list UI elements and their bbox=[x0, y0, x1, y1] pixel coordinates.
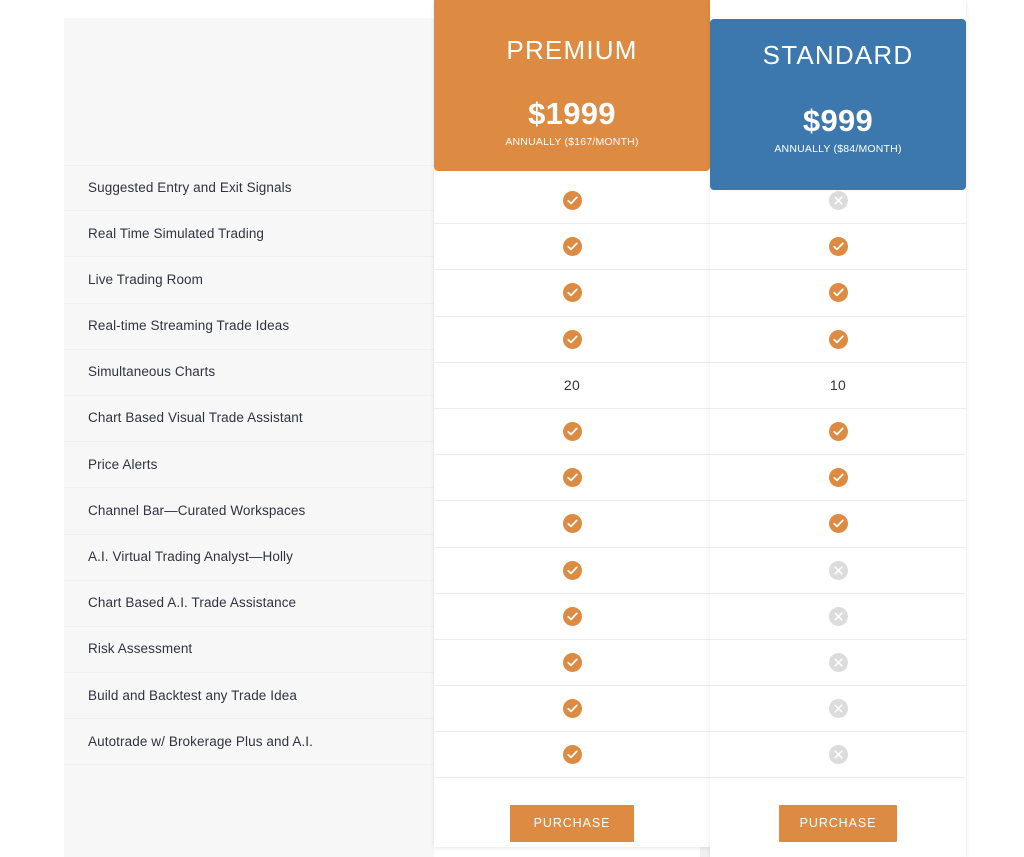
plan-feature-cell bbox=[710, 640, 966, 687]
plan-feature-cell bbox=[710, 317, 966, 363]
check-circle-icon bbox=[562, 699, 582, 719]
plan-feature-cell bbox=[434, 548, 710, 594]
plan-column-standard: STANDARD $999 ANNUALLY ($84/MONTH) 10 PU… bbox=[710, 0, 966, 857]
plan-cta-wrap-standard: PURCHASE bbox=[710, 778, 966, 857]
plan-feature-cell bbox=[434, 224, 710, 271]
plan-header-standard: STANDARD $999 ANNUALLY ($84/MONTH) bbox=[710, 19, 966, 190]
feature-list-header-spacer bbox=[64, 18, 434, 165]
feature-row: Live Trading Room bbox=[64, 257, 434, 304]
check-circle-icon bbox=[562, 745, 582, 765]
cross-circle-icon bbox=[828, 699, 848, 719]
plan-feature-cell: 20 bbox=[434, 363, 710, 409]
feature-label: Risk Assessment bbox=[88, 641, 193, 657]
plan-feature-cell bbox=[710, 686, 966, 733]
check-circle-icon bbox=[828, 329, 848, 349]
feature-label: Chart Based Visual Trade Assistant bbox=[88, 410, 303, 426]
check-circle-icon bbox=[562, 560, 582, 580]
purchase-button-premium[interactable]: PURCHASE bbox=[510, 804, 634, 842]
check-circle-icon bbox=[828, 468, 848, 488]
pricing-comparison-table: Suggested Entry and Exit Signals Real Tim… bbox=[0, 0, 1024, 857]
plan-billing-period: ANNUALLY ($167/MONTH) bbox=[505, 135, 639, 148]
plan-feature-cell bbox=[710, 594, 966, 640]
plan-name: STANDARD bbox=[762, 40, 914, 70]
plan-cells-standard: 10 bbox=[710, 178, 966, 779]
plan-billing-period: ANNUALLY ($84/MONTH) bbox=[774, 142, 902, 155]
feature-label: Channel Bar—Curated Workspaces bbox=[88, 502, 306, 518]
feature-label: Simultaneous Charts bbox=[88, 364, 216, 380]
plan-feature-cell bbox=[710, 732, 966, 779]
plan-feature-cell bbox=[710, 178, 966, 225]
plan-feature-cell bbox=[710, 455, 966, 502]
feature-label: Chart Based A.I. Trade Assistance bbox=[88, 595, 297, 611]
plan-feature-cell bbox=[434, 594, 710, 640]
feature-row: Chart Based Visual Trade Assistant bbox=[64, 396, 434, 443]
cross-circle-icon bbox=[828, 191, 848, 211]
plan-price: $1999 bbox=[528, 95, 616, 131]
check-circle-icon bbox=[828, 237, 848, 257]
check-circle-icon bbox=[562, 422, 582, 442]
feature-row: Real Time Simulated Trading bbox=[64, 211, 434, 258]
plan-cta-wrap-premium: PURCHASE bbox=[434, 778, 710, 857]
plan-feature-cell bbox=[710, 224, 966, 271]
plan-cells-premium: 20 bbox=[434, 178, 710, 779]
check-circle-icon bbox=[828, 422, 848, 442]
check-circle-icon bbox=[562, 468, 582, 488]
feature-row: Autotrade w/ Brokerage Plus and A.I. bbox=[64, 719, 434, 766]
cross-circle-icon bbox=[828, 745, 848, 765]
feature-label: Suggested Entry and Exit Signals bbox=[88, 180, 292, 195]
plan-feature-cell bbox=[434, 270, 710, 317]
cross-circle-icon bbox=[828, 560, 848, 580]
check-circle-icon bbox=[562, 606, 582, 626]
feature-row: Simultaneous Charts bbox=[64, 350, 434, 396]
cross-circle-icon bbox=[828, 606, 848, 626]
plan-feature-cell bbox=[434, 409, 710, 456]
check-circle-icon bbox=[562, 283, 582, 303]
check-circle-icon bbox=[562, 237, 582, 257]
plan-feature-cell bbox=[434, 686, 710, 733]
feature-row: Price Alerts bbox=[64, 442, 434, 489]
check-circle-icon bbox=[562, 191, 582, 211]
plan-column-premium: PREMIUM $1999 ANNUALLY ($167/MONTH) 20 P… bbox=[434, 0, 710, 847]
plan-name: PREMIUM bbox=[506, 35, 638, 65]
plan-feature-cell bbox=[434, 501, 710, 548]
feature-row: Real-time Streaming Trade Ideas bbox=[64, 304, 434, 350]
feature-label: Real-time Streaming Trade Ideas bbox=[88, 318, 290, 334]
plan-feature-cell bbox=[710, 501, 966, 548]
feature-row: Chart Based A.I. Trade Assistance bbox=[64, 581, 434, 627]
feature-label: Build and Backtest any Trade Idea bbox=[88, 687, 297, 703]
cross-circle-icon bbox=[828, 652, 848, 672]
feature-row: Risk Assessment bbox=[64, 627, 434, 674]
feature-label: A.I. Virtual Trading Analyst—Holly bbox=[88, 549, 293, 564]
feature-list-panel: Suggested Entry and Exit Signals Real Tim… bbox=[64, 18, 434, 857]
feature-row: Channel Bar—Curated Workspaces bbox=[64, 488, 434, 535]
plan-header-premium: PREMIUM $1999 ANNUALLY ($167/MONTH) bbox=[434, 0, 710, 171]
check-circle-icon bbox=[562, 652, 582, 672]
feature-rows: Suggested Entry and Exit Signals Real Tim… bbox=[64, 165, 434, 766]
feature-label: Live Trading Room bbox=[88, 271, 204, 287]
plan-feature-cell bbox=[434, 732, 710, 779]
purchase-button-standard[interactable]: PURCHASE bbox=[779, 804, 897, 842]
plan-feature-cell bbox=[710, 548, 966, 594]
check-circle-icon bbox=[562, 329, 582, 349]
feature-row: Build and Backtest any Trade Idea bbox=[64, 673, 434, 720]
plan-feature-value: 10 bbox=[829, 377, 847, 394]
check-circle-icon bbox=[828, 283, 848, 303]
check-circle-icon bbox=[562, 514, 582, 534]
plan-feature-value: 20 bbox=[563, 377, 581, 394]
plan-feature-cell: 10 bbox=[710, 363, 966, 409]
plan-feature-cell bbox=[710, 270, 966, 317]
feature-label: Price Alerts bbox=[88, 456, 158, 472]
plan-feature-cell bbox=[434, 640, 710, 687]
feature-row: A.I. Virtual Trading Analyst—Holly bbox=[64, 535, 434, 581]
plan-feature-cell bbox=[434, 178, 710, 225]
check-circle-icon bbox=[828, 514, 848, 534]
feature-label: Autotrade w/ Brokerage Plus and A.I. bbox=[88, 733, 313, 749]
plan-feature-cell bbox=[434, 455, 710, 502]
plan-price: $999 bbox=[802, 102, 874, 138]
feature-row: Suggested Entry and Exit Signals bbox=[64, 165, 434, 212]
plan-feature-cell bbox=[434, 317, 710, 363]
plan-feature-cell bbox=[710, 409, 966, 456]
feature-label: Real Time Simulated Trading bbox=[88, 225, 265, 241]
